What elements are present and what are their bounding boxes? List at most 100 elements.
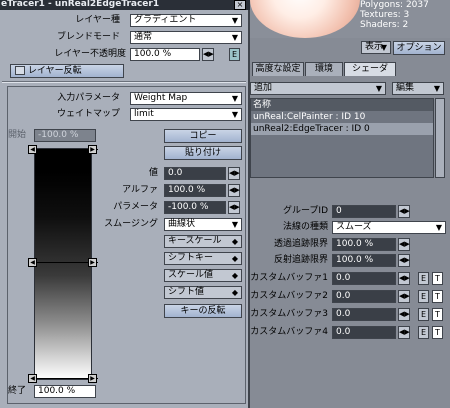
layer-type-value: グラディエント	[134, 15, 197, 25]
shader-list-item-selected[interactable]: unReal2:EdgeTracer : ID 0	[251, 123, 433, 135]
shader-list-scrollbar[interactable]	[435, 98, 445, 178]
smoothing-value: 曲線状	[168, 219, 196, 229]
normal-type-label: 法線の種類	[282, 222, 328, 232]
alpha-label: アルファ	[122, 185, 158, 195]
add-label: 追加	[254, 83, 273, 93]
alpha-spin-icon[interactable]: ◀▶	[228, 184, 240, 197]
envelope-button[interactable]: E	[418, 308, 429, 321]
layer-type-label: レイヤー種	[75, 15, 120, 25]
reflection-limit-field[interactable]: 100.0 %	[332, 254, 396, 267]
invert-keys-button[interactable]: キーの反転	[164, 304, 242, 318]
chevron-down-icon: ▼	[433, 84, 440, 93]
value-spin-icon[interactable]: ◀▶	[228, 167, 240, 180]
tab-environment[interactable]: 環境	[305, 62, 343, 76]
key-handle-right[interactable]: ▶	[88, 258, 97, 267]
group-id-spin-icon[interactable]: ◀▶	[398, 205, 410, 218]
close-icon[interactable]: ×	[234, 0, 246, 10]
reflection-spin-icon[interactable]: ◀▶	[398, 254, 410, 267]
blend-mode-value: 通常	[134, 32, 153, 42]
shift-value-dropdown[interactable]: シフト値 ◆	[164, 286, 242, 299]
gradient-bar[interactable]	[34, 148, 92, 380]
key-scale-dropdown[interactable]: キースケール ◆	[164, 235, 242, 248]
opacity-field[interactable]: 100.0 %	[130, 48, 200, 61]
edit-label: 編集	[396, 83, 415, 93]
chevron-down-icon: ▼	[375, 84, 382, 93]
envelope-button[interactable]: E	[229, 48, 240, 61]
key-handle-left[interactable]: ◀	[28, 145, 37, 154]
chevron-down-icon: ▼	[231, 110, 238, 119]
parameter-spin-icon[interactable]: ◀▶	[228, 201, 240, 214]
custom-buffer-field[interactable]: 0.0	[332, 308, 396, 321]
group-id-field[interactable]: 0	[332, 205, 396, 218]
chevron-updown-icon: ◆	[231, 271, 238, 280]
input-param-dropdown[interactable]: Weight Map ▼	[130, 92, 242, 105]
invert-layer-label: レイヤー反転	[27, 66, 82, 76]
input-param-label: 入力パラメータ	[57, 93, 120, 103]
custom-buffer-label: カスタムバッファ1	[250, 273, 328, 283]
blend-mode-label: ブレンドモード	[56, 32, 120, 42]
custom-buffer-spin-icon[interactable]: ◀▶	[398, 308, 410, 321]
custom-buffer-field[interactable]: 0.0	[332, 290, 396, 303]
preview-info: Polygons: 2037 Textures: 3 Shaders: 2	[360, 0, 429, 30]
shader-list[interactable]: 名称 unReal:CelPainter : ID 10 unReal2:Edg…	[250, 98, 434, 178]
normal-type-dropdown[interactable]: スムーズ ▼	[332, 221, 446, 234]
blend-mode-dropdown[interactable]: 通常 ▼	[130, 31, 242, 44]
chevron-down-icon: ▼	[231, 94, 238, 103]
value-field[interactable]: 0.0	[164, 167, 226, 180]
display-dropdown[interactable]: 表示 ▼	[361, 41, 391, 54]
shift-key-label: シフトキー	[168, 253, 214, 263]
envelope-button[interactable]: E	[418, 272, 429, 285]
custom-buffer-spin-icon[interactable]: ◀▶	[398, 326, 410, 339]
textures-count: Textures: 3	[360, 10, 410, 20]
chevron-down-icon: ▼	[231, 33, 238, 42]
add-shader-dropdown[interactable]: 追加 ▼	[250, 82, 386, 95]
panel-title[interactable]: eTracer1 - unReal2EdgeTracer1	[0, 0, 250, 10]
custom-buffer-spin-icon[interactable]: ◀▶	[398, 272, 410, 285]
opacity-spin-icon[interactable]: ◀▶	[202, 48, 214, 61]
invert-layer-toggle[interactable]: レイヤー反転	[10, 64, 124, 78]
texture-button[interactable]: T	[432, 308, 443, 321]
alpha-field[interactable]: 100.0 %	[164, 184, 226, 197]
checkbox-icon	[15, 66, 25, 75]
custom-buffer-field[interactable]: 0.0	[332, 272, 396, 285]
custom-buffer-spin-icon[interactable]: ◀▶	[398, 290, 410, 303]
weight-map-dropdown[interactable]: limit ▼	[130, 108, 242, 121]
weight-map-value: limit	[134, 109, 154, 119]
normal-type-value: スムーズ	[336, 222, 372, 232]
paste-button[interactable]: 貼り付け	[164, 146, 242, 160]
start-field[interactable]: -100.0 %	[34, 129, 96, 142]
shader-list-item[interactable]: unReal:CelPainter : ID 10	[251, 111, 433, 123]
key-scale-label: キースケール	[168, 236, 222, 246]
texture-button[interactable]: T	[432, 290, 443, 303]
texture-button[interactable]: T	[432, 272, 443, 285]
options-button[interactable]: オプション	[393, 41, 445, 55]
texture-button[interactable]: T	[432, 326, 443, 339]
key-handle-left[interactable]: ◀	[28, 374, 37, 383]
tab-shader[interactable]: シェーダ	[344, 62, 396, 76]
copy-button[interactable]: コピー	[164, 129, 242, 143]
shaders-count: Shaders: 2	[360, 20, 409, 30]
chevron-updown-icon: ◆	[231, 288, 238, 297]
custom-buffer-field[interactable]: 0.0	[332, 326, 396, 339]
custom-buffer-label: カスタムバッファ3	[250, 309, 328, 319]
envelope-button[interactable]: E	[418, 290, 429, 303]
tab-advanced[interactable]: 高度な設定	[252, 62, 304, 76]
edit-dropdown[interactable]: 編集 ▼	[392, 82, 444, 95]
envelope-button[interactable]: E	[418, 326, 429, 339]
shift-key-dropdown[interactable]: シフトキー ◆	[164, 252, 242, 265]
end-field[interactable]: 100.0 %	[34, 385, 96, 398]
scale-value-dropdown[interactable]: スケール値 ◆	[164, 269, 242, 282]
smoothing-label: スムージング	[104, 219, 158, 229]
chevron-down-icon: ▼	[231, 220, 238, 229]
transparency-limit-field[interactable]: 100.0 %	[332, 238, 396, 251]
key-handle-right[interactable]: ▶	[88, 374, 97, 383]
smoothing-dropdown[interactable]: 曲線状 ▼	[164, 218, 242, 231]
custom-buffer-label: カスタムバッファ4	[250, 327, 328, 337]
divider	[2, 81, 246, 83]
layer-type-dropdown[interactable]: グラディエント ▼	[130, 14, 242, 27]
reflection-limit-label: 反射追跡限界	[273, 255, 328, 265]
key-handle-left[interactable]: ◀	[28, 258, 37, 267]
transparency-spin-icon[interactable]: ◀▶	[398, 238, 410, 251]
key-handle-right[interactable]: ▶	[88, 145, 97, 154]
parameter-field[interactable]: -100.0 %	[164, 201, 226, 214]
